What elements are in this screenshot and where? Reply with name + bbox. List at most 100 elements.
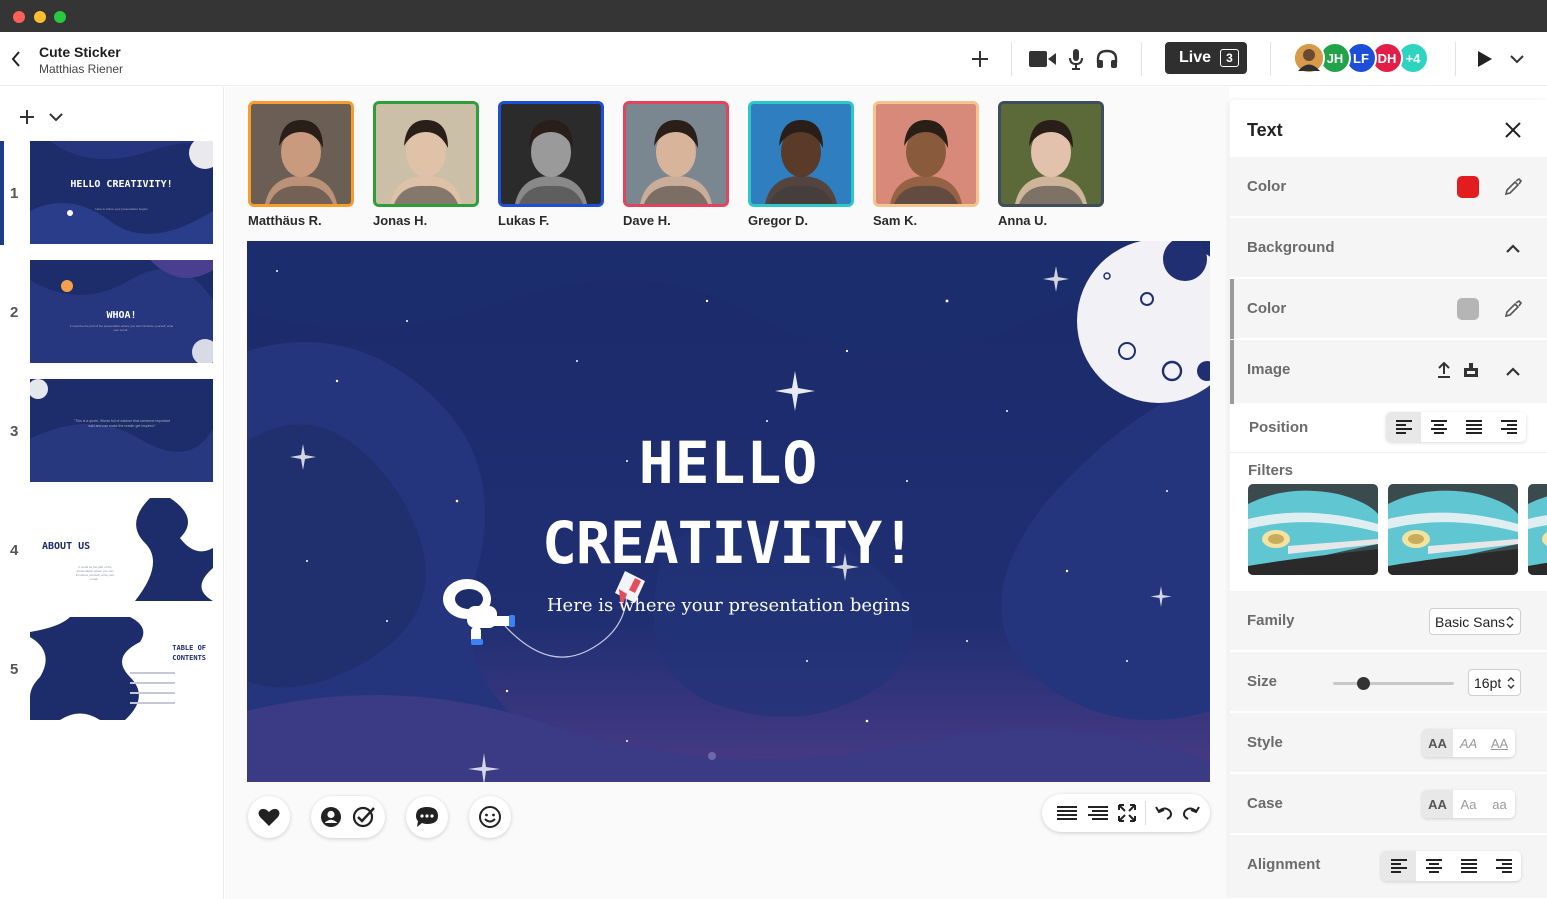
- slide-thumbnail-row[interactable]: 2 WHOA! It could be the part of the pres…: [0, 260, 224, 364]
- chevron-down-icon[interactable]: [1507, 52, 1527, 66]
- participant-video[interactable]: [498, 101, 604, 207]
- align-justify-icon: [1460, 859, 1477, 873]
- redo-icon[interactable]: [1182, 805, 1200, 821]
- comment-button[interactable]: [406, 796, 448, 838]
- slide-thumbnail-row[interactable]: 3 "This is a quote. Words full of wisdom…: [0, 379, 224, 483]
- back-icon[interactable]: [8, 49, 24, 69]
- maximize-window-button[interactable]: [54, 11, 66, 23]
- case-title-option[interactable]: Aa: [1453, 790, 1484, 818]
- slide-title-line2[interactable]: CREATIVITY!: [247, 509, 1210, 577]
- reaction-button[interactable]: [469, 796, 511, 838]
- slide-thumbnail-subtitle: "This is a quote. Words full of wisdom t…: [74, 419, 170, 428]
- font-family-select[interactable]: Basic Sans: [1429, 608, 1521, 635]
- text-align-center-button[interactable]: [1416, 851, 1451, 881]
- nested-indicator: [1230, 340, 1234, 404]
- eyedropper-icon[interactable]: [1503, 299, 1523, 319]
- slide-canvas[interactable]: HELLO CREATIVITY! Here is where your pre…: [247, 241, 1210, 782]
- font-size-select[interactable]: 16pt: [1468, 669, 1521, 696]
- case-lower-option[interactable]: aa: [1484, 790, 1515, 818]
- participant-video[interactable]: [623, 101, 729, 207]
- font-size-slider-handle[interactable]: [1357, 677, 1371, 690]
- align-right-button[interactable]: [1491, 412, 1526, 442]
- filter-thumbnail[interactable]: [1528, 484, 1547, 575]
- participant-tile[interactable]: Matthäus R.: [248, 101, 354, 228]
- add-icon[interactable]: [970, 49, 990, 69]
- headphones-icon[interactable]: [1095, 48, 1119, 70]
- chevron-down-icon[interactable]: [46, 110, 66, 124]
- slide-thumbnail-row[interactable]: 1 HELLO CREATIVITY! Here is where your p…: [0, 141, 224, 245]
- style-italic-option[interactable]: AA: [1453, 729, 1484, 757]
- filters-label: Filters: [1248, 462, 1294, 479]
- align-justify-button[interactable]: [1456, 412, 1491, 442]
- align-left-button[interactable]: [1386, 412, 1421, 442]
- text-align-justify-button[interactable]: [1451, 851, 1486, 881]
- participant-name: Sam K.: [873, 213, 918, 228]
- slide-title-line1[interactable]: HELLO: [247, 429, 1210, 497]
- position-row: Position: [1230, 405, 1547, 449]
- chat-bubble-icon: [416, 807, 438, 827]
- slide-subtitle[interactable]: Here is where your presentation begins: [247, 595, 1210, 616]
- live-button[interactable]: Live 3: [1165, 42, 1247, 74]
- upload-icon[interactable]: [1436, 361, 1452, 379]
- stamp-icon[interactable]: [1462, 361, 1480, 379]
- text-color-swatch[interactable]: [1457, 176, 1479, 198]
- background-section-header[interactable]: Background: [1230, 218, 1547, 278]
- like-button[interactable]: [248, 796, 290, 838]
- align-justify-icon[interactable]: [1056, 805, 1078, 821]
- participant-tile[interactable]: Jonas H.: [373, 101, 479, 228]
- participant-tile[interactable]: Lukas F.: [498, 101, 604, 228]
- slide-thumbnail[interactable]: HELLO CREATIVITY! Here is where your pre…: [30, 141, 213, 244]
- microphone-icon[interactable]: [1067, 47, 1085, 71]
- chevron-up-icon[interactable]: [1505, 365, 1521, 377]
- participant-tile[interactable]: Dave H.: [623, 101, 729, 228]
- text-case-group: AA Aa aa: [1422, 790, 1515, 818]
- user-circle-icon: [321, 807, 341, 827]
- close-icon[interactable]: [1503, 120, 1523, 140]
- minimize-window-button[interactable]: [34, 11, 46, 23]
- play-icon[interactable]: [1475, 49, 1495, 69]
- participant-tile[interactable]: Anna U.: [998, 101, 1104, 228]
- close-window-button[interactable]: [13, 11, 25, 23]
- add-slide-icon[interactable]: [17, 107, 37, 127]
- slide-thumbnail[interactable]: "This is a quote. Words full of wisdom t…: [30, 379, 213, 482]
- assign-review-button[interactable]: [311, 796, 385, 838]
- slide-number: 3: [10, 423, 19, 440]
- participant-tile[interactable]: Sam K.: [873, 101, 979, 228]
- participant-video[interactable]: [373, 101, 479, 207]
- text-align-left-button[interactable]: [1381, 851, 1416, 881]
- video-camera-icon[interactable]: [1028, 48, 1058, 70]
- participant-name: Matthäus R.: [248, 213, 322, 228]
- align-center-button[interactable]: [1421, 412, 1456, 442]
- fullscreen-icon[interactable]: [1118, 804, 1136, 822]
- participant-tile[interactable]: Gregor D.: [748, 101, 854, 228]
- text-alignment-row: Alignment: [1230, 835, 1547, 899]
- style-bold-option[interactable]: AA: [1422, 729, 1453, 757]
- slide-thumbnail-title: TABLE OF CONTENTS: [172, 644, 206, 662]
- participant-video[interactable]: [748, 101, 854, 207]
- slide-thumbnail[interactable]: TABLE OF CONTENTS: [30, 617, 213, 720]
- header-divider: [1141, 42, 1142, 76]
- case-upper-option[interactable]: AA: [1422, 790, 1453, 818]
- text-alignment-label: Alignment: [1247, 856, 1321, 873]
- text-align-right-button[interactable]: [1486, 851, 1521, 881]
- participant-video[interactable]: [248, 101, 354, 207]
- align-right-lines-icon[interactable]: [1087, 805, 1109, 821]
- participant-video[interactable]: [873, 101, 979, 207]
- style-underline-option[interactable]: AA: [1484, 729, 1515, 757]
- background-color-swatch[interactable]: [1457, 298, 1479, 320]
- slide-thumbnail[interactable]: ABOUT US It could be the part of the pre…: [30, 498, 213, 601]
- filter-thumbnail[interactable]: [1388, 484, 1518, 575]
- text-case-label: Case: [1247, 795, 1283, 812]
- eyedropper-icon[interactable]: [1503, 177, 1523, 197]
- undo-icon[interactable]: [1155, 805, 1173, 821]
- participant-video[interactable]: [998, 101, 1104, 207]
- live-label: Live: [1179, 49, 1212, 66]
- editor-main: Matthäus R. Jonas H. Lukas F. Dave H. Gregor…: [225, 87, 1229, 899]
- slide-thumbnail[interactable]: WHOA! It could be the part of the presen…: [30, 260, 213, 363]
- filter-thumbnail[interactable]: [1248, 484, 1378, 575]
- slide-thumbnail-row[interactable]: 5 TABLE OF CONTENTS: [0, 617, 224, 721]
- collaborator-avatar-photo[interactable]: [1293, 42, 1325, 74]
- font-size-slider-track[interactable]: [1333, 682, 1454, 685]
- slide-thumbnail-row[interactable]: 4 ABOUT US It could be the part of the p…: [0, 498, 224, 602]
- chevron-up-icon[interactable]: [1505, 242, 1521, 254]
